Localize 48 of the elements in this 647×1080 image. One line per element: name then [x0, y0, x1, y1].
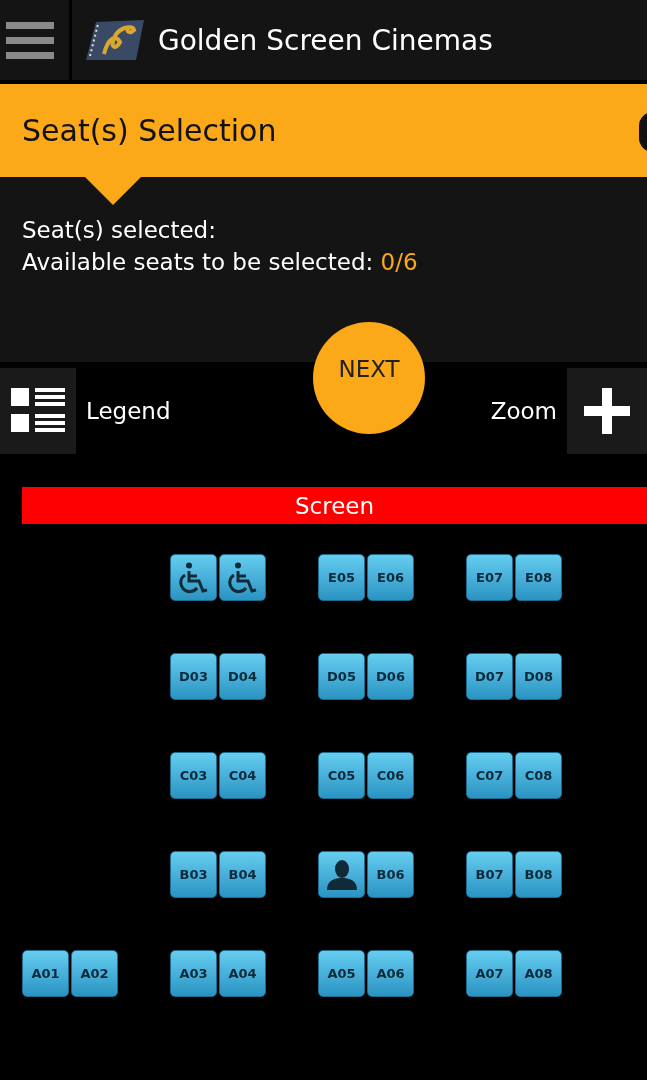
- seat[interactable]: E08: [515, 554, 562, 601]
- seat[interactable]: A05: [318, 950, 365, 997]
- wheelchair-seat[interactable]: [170, 554, 217, 601]
- next-button[interactable]: NEXT: [313, 322, 425, 434]
- seat[interactable]: D05: [318, 653, 365, 700]
- seat[interactable]: E06: [367, 554, 414, 601]
- seat[interactable]: A01: [22, 950, 69, 997]
- seat[interactable]: B03: [170, 851, 217, 898]
- seat[interactable]: A02: [71, 950, 118, 997]
- app-title: Golden Screen Cinemas: [158, 23, 493, 57]
- seat[interactable]: C03: [170, 752, 217, 799]
- seat[interactable]: A07: [466, 950, 513, 997]
- zoom-label: Zoom: [490, 398, 557, 424]
- seat[interactable]: C08: [515, 752, 562, 799]
- seat[interactable]: E05: [318, 554, 365, 601]
- seat[interactable]: A06: [367, 950, 414, 997]
- seat[interactable]: B08: [515, 851, 562, 898]
- seat[interactable]: B07: [466, 851, 513, 898]
- cinema-screen: Screen: [22, 487, 647, 524]
- plus-icon: [584, 388, 630, 434]
- selected-seats-label: Seat(s) selected:: [22, 217, 217, 243]
- seat[interactable]: B06: [367, 851, 414, 898]
- seat[interactable]: B04: [219, 851, 266, 898]
- seat[interactable]: C07: [466, 752, 513, 799]
- wheelchair-icon: [178, 561, 209, 594]
- seat[interactable]: E07: [466, 554, 513, 601]
- menu-icon: [5, 20, 54, 60]
- seat[interactable]: D07: [466, 653, 513, 700]
- available-seats-count: 0/6: [380, 249, 418, 275]
- seat[interactable]: A04: [219, 950, 266, 997]
- person-icon: [324, 859, 359, 890]
- logo-icon: [86, 20, 144, 60]
- seat[interactable]: C04: [219, 752, 266, 799]
- wheelchair-seat[interactable]: [219, 554, 266, 601]
- seat[interactable]: D06: [367, 653, 414, 700]
- seat[interactable]: D04: [219, 653, 266, 700]
- banner-title: Seat(s) Selection: [22, 113, 277, 148]
- legend-label: Legend: [86, 398, 171, 424]
- seat[interactable]: A08: [515, 950, 562, 997]
- zoom-button[interactable]: [567, 368, 647, 454]
- wheelchair-icon: [227, 561, 258, 594]
- seat[interactable]: D03: [170, 653, 217, 700]
- seat[interactable]: C05: [318, 752, 365, 799]
- available-seats-label: Available seats to be selected:: [22, 249, 374, 275]
- seat[interactable]: A03: [170, 950, 217, 997]
- seat[interactable]: D08: [515, 653, 562, 700]
- legend-button[interactable]: [0, 368, 76, 454]
- seat[interactable]: C06: [367, 752, 414, 799]
